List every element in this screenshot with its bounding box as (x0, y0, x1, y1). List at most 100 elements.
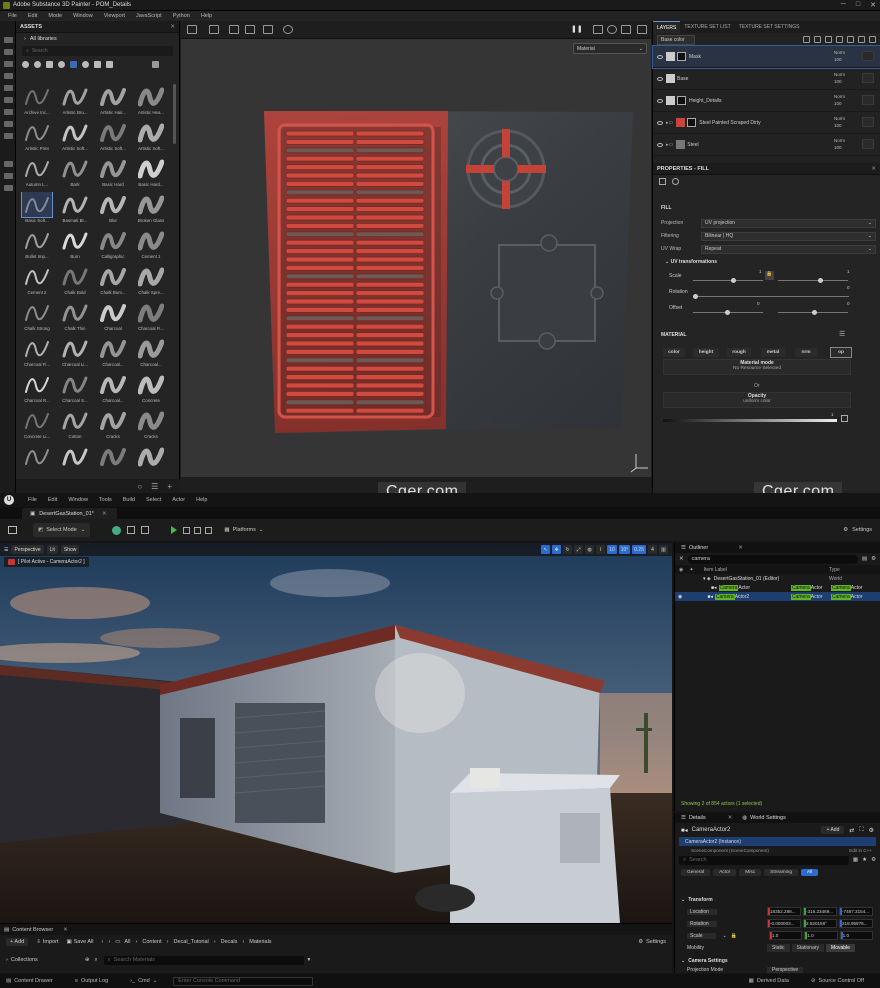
outliner-row[interactable]: ■◂ Camera Actor CameraActor CameraActor (675, 583, 880, 592)
filter-masks-icon[interactable] (46, 61, 53, 68)
derived-data-button[interactable]: ▦ Derived Data (743, 974, 795, 988)
asset-item[interactable]: Charcoal... (134, 336, 168, 370)
layer-blend[interactable]: Norm 100 (834, 93, 856, 107)
pilot-active-indicator[interactable]: [ Pilot Active - CameraActor2 ] (4, 557, 89, 567)
material-mode-box[interactable]: Material mode No Resource Selected (663, 359, 851, 375)
brush-icon[interactable] (825, 36, 832, 43)
export-tool-icon[interactable] (4, 161, 13, 167)
cb-save-all-button[interactable]: Save All (74, 939, 94, 945)
eject-icon[interactable] (205, 526, 213, 534)
filtering-select[interactable]: Bilinear | HQ ⌄ (701, 231, 876, 241)
folder-icon[interactable]: ▸▭ (666, 120, 673, 126)
path-materials[interactable]: Materials (249, 939, 271, 945)
layer-row[interactable]: Height_Details Norm 100 (653, 90, 880, 112)
mobility-movable[interactable]: Movable (826, 943, 855, 952)
output-log-button[interactable]: ≡ Output Log (69, 974, 114, 988)
scale-y[interactable]: 1.0 (804, 931, 838, 940)
level-viewport[interactable]: ☰ Perspective Lit Show ↖ ✥ ↻ ⤢ ◍ ⌇ 10 10… (0, 543, 672, 923)
rotation-x[interactable]: -0.000003... (767, 919, 801, 928)
cb-settings-gear-icon[interactable]: ⚙ (638, 939, 643, 945)
rotate-icon[interactable]: ↻ (563, 545, 573, 554)
save-icon[interactable] (8, 526, 17, 534)
surface-snap-icon[interactable]: ⌇ (596, 545, 606, 554)
camera-icon[interactable] (593, 25, 603, 34)
filter-smart-materials-icon[interactable] (34, 61, 41, 68)
outliner-close-icon[interactable]: ✕ (738, 545, 743, 551)
asset-item[interactable]: Cement 2 (20, 264, 54, 298)
fill-layer-icon[interactable] (847, 36, 854, 43)
eraser-tool-icon[interactable] (4, 49, 13, 55)
layer-mask-thumbnail[interactable] (677, 52, 686, 61)
add-collection-icon[interactable]: ⊕ (85, 957, 90, 963)
add-folder-icon[interactable]: ▤ (862, 556, 867, 562)
scale-slider-2-knob[interactable] (818, 278, 823, 283)
channel-op-button[interactable]: op (830, 347, 852, 358)
location-z[interactable]: -7487.3154... (839, 907, 873, 916)
content-drawer-button[interactable]: ▤ Content Drawer (0, 974, 59, 988)
details-add-button[interactable]: + Add (821, 826, 845, 834)
asset-item[interactable]: Cracks (134, 408, 168, 442)
filter-materials-icon[interactable] (22, 61, 29, 68)
asset-item[interactable] (20, 444, 54, 478)
3d-viewport[interactable] (181, 39, 651, 477)
asset-item[interactable]: Chalk Spre... (134, 264, 168, 298)
scale-snap-value[interactable]: 0.25 (632, 545, 646, 554)
level-tab[interactable]: ▣ DesertGasStation_01* ✕ (22, 508, 117, 519)
grid-snap-value[interactable]: 10 (607, 545, 617, 554)
asset-item[interactable]: Artistic Bru... (58, 84, 92, 118)
scale-slider-knob[interactable] (731, 278, 736, 283)
grid-icon[interactable] (187, 25, 197, 34)
path-decal-tutorial[interactable]: Decal_Tutorial (173, 939, 208, 945)
asset-item[interactable]: Artistic Print (20, 120, 54, 154)
asset-item[interactable]: Chalk Bum... (96, 264, 130, 298)
channel-select[interactable]: Base color (657, 34, 695, 45)
filter-all[interactable]: All (801, 868, 819, 876)
show-button[interactable]: Show (60, 545, 80, 554)
rotation-slider[interactable] (693, 294, 849, 299)
channel-nrm-button[interactable]: nrm (795, 348, 817, 357)
location-x[interactable]: 18352.288... (767, 907, 801, 916)
world-settings-tab-label[interactable]: World Settings (750, 815, 786, 821)
ue-menu-tools[interactable]: Tools (99, 497, 112, 503)
environment-icon[interactable] (607, 25, 617, 34)
layer-row[interactable]: ▸▭ Steel Norm 100 (653, 134, 880, 156)
visibility-eye-icon[interactable] (657, 142, 663, 147)
angle-snap-value[interactable]: 10° (618, 545, 631, 554)
ue-menu-help[interactable]: Help (196, 497, 207, 503)
ue-menu-build[interactable]: Build (123, 497, 135, 503)
history-icon[interactable] (283, 25, 293, 34)
path-content[interactable]: Content (142, 939, 161, 945)
tab-layers[interactable]: LAYERS (653, 21, 681, 33)
asset-item[interactable]: Charcoal Fi... (20, 336, 54, 370)
asset-item[interactable]: Cement 1 (134, 228, 168, 262)
render-icon[interactable] (621, 25, 631, 34)
details-search-input[interactable]: ⌕ Search (679, 855, 849, 865)
projection-select[interactable]: UV projection ⌄ (701, 218, 876, 228)
symmetry-icon[interactable] (229, 25, 239, 34)
grid-alt-icon[interactable] (209, 25, 219, 34)
offset-slider-2-knob[interactable] (812, 310, 817, 315)
asset-item[interactable]: Charcoal (96, 300, 130, 334)
uvwrap-select[interactable]: Repeat ⌄ (701, 244, 876, 254)
location-y[interactable]: -316.23469... (803, 907, 837, 916)
location-label[interactable]: Location (687, 908, 717, 915)
properties-close-icon[interactable]: ✕ (871, 166, 876, 172)
layer-geometry-mask[interactable] (862, 51, 874, 61)
lock-icon[interactable]: 🔒 (765, 271, 774, 280)
frame-icon[interactable] (263, 25, 273, 34)
ue-menu-edit[interactable]: Edit (48, 497, 57, 503)
uv-transformations-toggle[interactable]: ⌄ UV transformations (665, 259, 717, 265)
layer-blend[interactable]: Norm 100 (834, 115, 856, 129)
asset-item[interactable]: Artistic Hair... (96, 84, 130, 118)
translate-icon[interactable]: ✥ (552, 545, 562, 554)
asset-item[interactable]: Charcoal R... (20, 372, 54, 406)
source-control-button[interactable]: ⊘ Source Control Off (805, 974, 870, 988)
scale-icon[interactable]: ⤢ (574, 545, 584, 554)
lock-icon[interactable]: ⛶ (859, 827, 863, 834)
toolbar-settings-label[interactable]: Settings (852, 527, 872, 533)
cb-add-button[interactable]: + Add (6, 938, 29, 946)
asset-item[interactable]: Charcoal... (96, 336, 130, 370)
scale-slider[interactable] (693, 278, 763, 283)
cb-search-input[interactable]: ⌕ Search Materials (103, 955, 304, 965)
asset-item[interactable]: Basic Hard (96, 156, 130, 190)
